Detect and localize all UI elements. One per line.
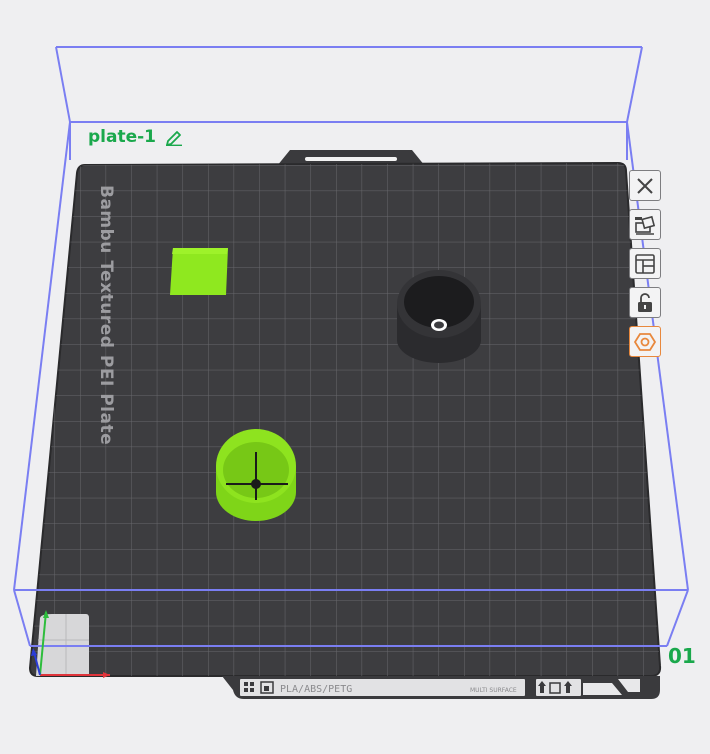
plate-type-button[interactable] bbox=[629, 326, 661, 357]
edit-pencil-icon[interactable] bbox=[164, 128, 184, 146]
plate-number: 01 bbox=[668, 644, 696, 668]
bed-top-slot bbox=[305, 157, 397, 161]
plate-name: plate-1 bbox=[88, 127, 157, 147]
green-cylinder[interactable] bbox=[216, 429, 296, 521]
plate-name-label: plate-1 bbox=[88, 127, 184, 147]
black-cylinder[interactable] bbox=[397, 270, 481, 363]
plate-toolbar bbox=[629, 170, 661, 357]
lock-plate-button[interactable] bbox=[629, 287, 661, 318]
hex-nut-icon bbox=[633, 332, 657, 351]
auto-arrange-button[interactable] bbox=[629, 209, 661, 240]
lock-icon bbox=[638, 292, 652, 312]
plate-type-label: Bambu Textured PEI Plate bbox=[96, 185, 116, 445]
plate-settings-button[interactable] bbox=[629, 248, 661, 279]
layout-icon bbox=[635, 253, 655, 274]
build-plate-viewport[interactable]: PLA/ABS/PETG MULTI SURFACE Bambu Texture… bbox=[0, 0, 710, 754]
arrange-icon bbox=[635, 215, 656, 235]
close-icon bbox=[637, 177, 653, 194]
build-plate bbox=[28, 161, 662, 677]
close-plate-button[interactable] bbox=[629, 170, 661, 201]
green-square[interactable] bbox=[170, 248, 228, 295]
footer-small-text: MULTI SURFACE bbox=[470, 687, 517, 694]
footer-materials-text: PLA/ABS/PETG bbox=[280, 684, 352, 695]
